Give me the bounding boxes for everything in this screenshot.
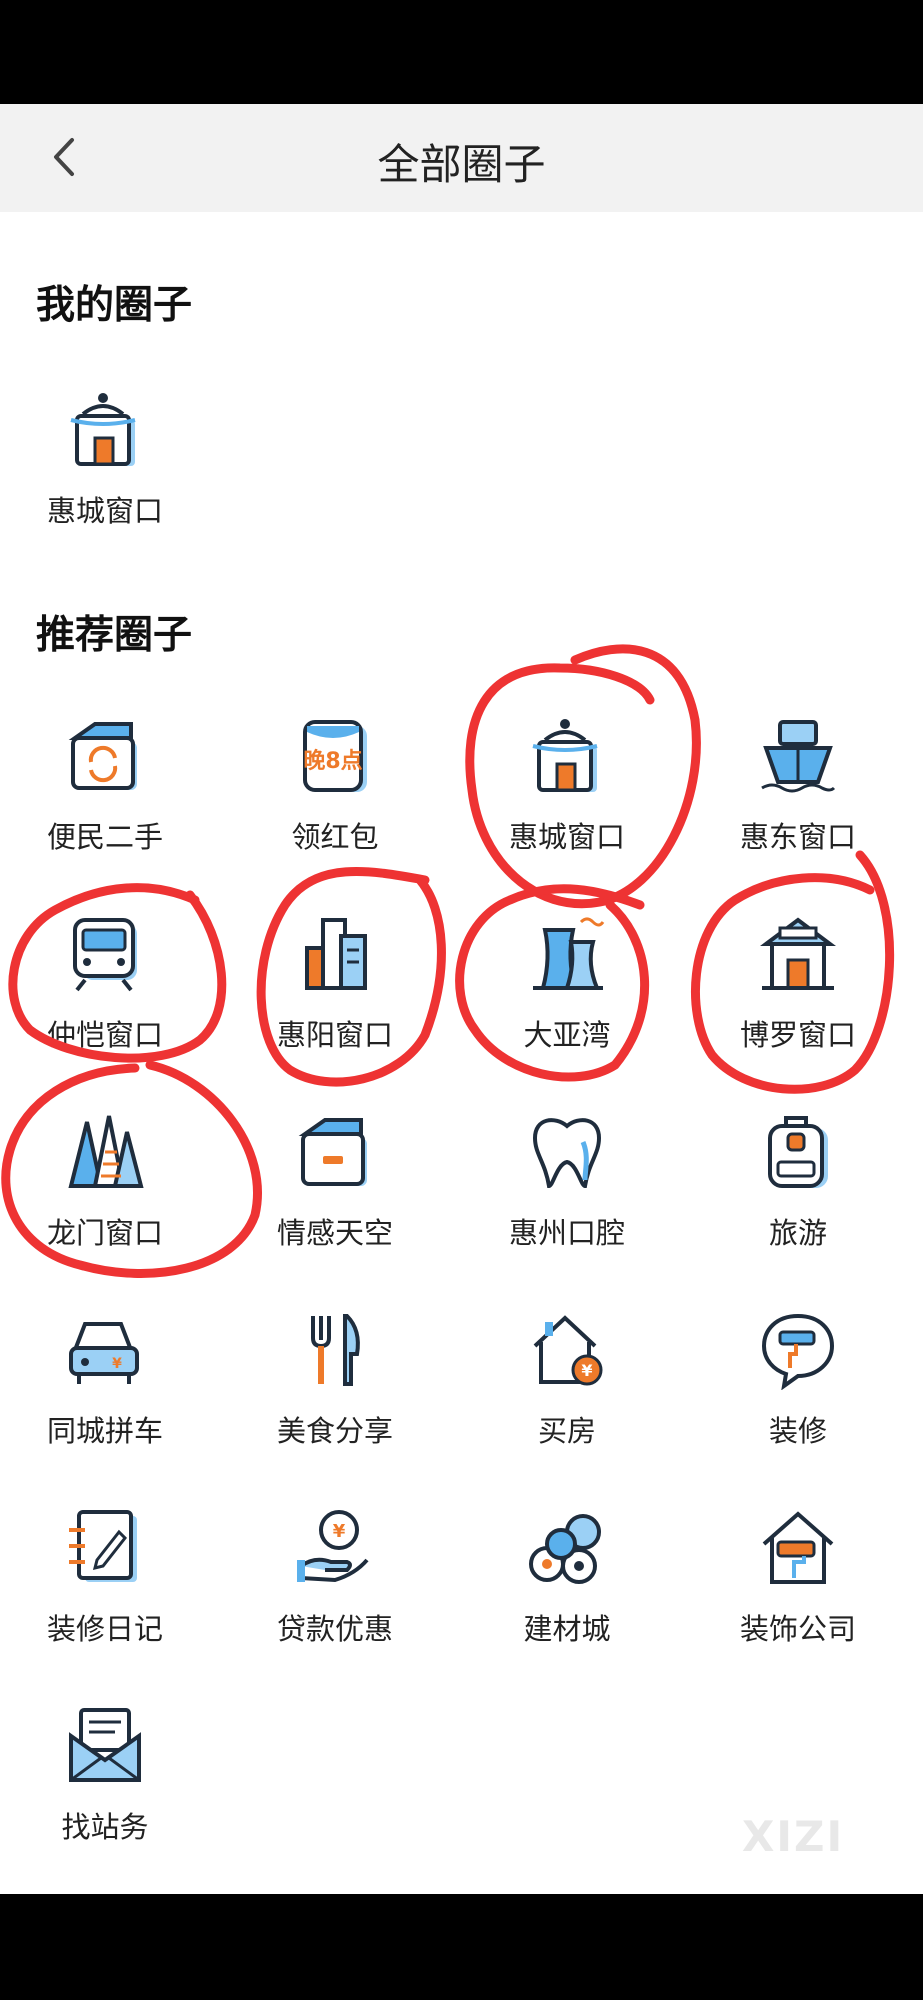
item-label: 仲恺窗口: [46, 1018, 163, 1052]
rec-item-15[interactable]: 装修: [683, 1310, 913, 1480]
rec-item-12[interactable]: ¥ 同城拼车: [0, 1310, 220, 1480]
item-label: 装修: [768, 1414, 827, 1448]
rec-item-6[interactable]: 大亚湾: [452, 914, 682, 1084]
item-label: 惠城窗口: [508, 820, 625, 854]
rec-item-3[interactable]: 惠东窗口: [683, 716, 913, 886]
svg-text:¥: ¥: [333, 1521, 346, 1542]
rec-item-11[interactable]: 旅游: [683, 1112, 913, 1282]
rec-item-13[interactable]: 美食分享: [220, 1310, 450, 1480]
item-label: 买房: [537, 1414, 596, 1448]
item-label: 惠州口腔: [508, 1216, 625, 1250]
buildings-icon: [305, 918, 367, 990]
tooth-icon: [532, 1118, 602, 1189]
rec-item-0[interactable]: 便民二手: [0, 716, 220, 886]
rec-item-2[interactable]: 惠城窗口: [452, 716, 682, 886]
rec-item-7[interactable]: 博罗窗口: [683, 914, 913, 1084]
loan-coin-icon: ¥: [297, 1510, 369, 1583]
top-bar: 全部圈子: [0, 104, 923, 212]
item-label: 找站务: [61, 1810, 149, 1844]
car-icon: ¥: [69, 1322, 139, 1384]
item-label: 旅游: [768, 1216, 827, 1250]
fork-knife-icon: [311, 1314, 360, 1386]
rec-item-16[interactable]: 装修日记: [0, 1508, 220, 1678]
item-label: 龙门窗口: [46, 1216, 163, 1250]
item-label: 便民二手: [46, 820, 163, 854]
backpack-icon: [768, 1116, 828, 1188]
rec-item-20[interactable]: 找站务: [0, 1706, 220, 1876]
watermark: XIZI: [742, 1812, 845, 1861]
page-title: 全部圈子: [377, 140, 546, 189]
item-label: 同城拼车: [46, 1414, 163, 1448]
item-label: 博罗窗口: [739, 1018, 856, 1052]
item-label: 贷款优惠: [276, 1612, 393, 1646]
item-label: 领红包: [291, 820, 379, 854]
rec-item-8[interactable]: 龙门窗口: [0, 1112, 220, 1282]
notebook-pen-icon: [69, 1510, 137, 1582]
temple-icon: [760, 917, 836, 990]
house-icon: ¥: [533, 1315, 603, 1386]
item-label: 惠东窗口: [739, 820, 856, 854]
mail-icon: [69, 1708, 141, 1782]
svg-text:¥: ¥: [112, 1356, 122, 1372]
rec-item-4[interactable]: 仲恺窗口: [0, 914, 220, 1084]
red-packet-icon: 晚8点: [303, 720, 367, 792]
item-label: 建材城: [523, 1612, 611, 1646]
item-label: 装饰公司: [739, 1612, 856, 1646]
pot-window-icon: [70, 393, 136, 466]
rec-item-9[interactable]: 情感天空: [220, 1112, 450, 1282]
rec-item-14[interactable]: ¥ 买房: [452, 1310, 682, 1480]
my-circles-title: 我的圈子: [36, 283, 193, 328]
train-icon: [73, 918, 137, 992]
item-label: 大亚湾: [523, 1018, 611, 1052]
item-label: 惠阳窗口: [276, 1018, 393, 1052]
rec-item-19[interactable]: 装饰公司: [683, 1508, 913, 1678]
paint-roller-chat-icon: [761, 1313, 835, 1390]
pot-window-icon: [532, 719, 598, 792]
rec-item-1[interactable]: 晚8点 领红包: [220, 716, 450, 886]
screen: 全部圈子 我的圈子 惠城窗口 推荐圈子 便民二手 晚8点 领红包 惠城窗口 惠东…: [0, 104, 923, 1894]
recommended-circles-title: 推荐圈子: [36, 613, 193, 658]
red-packet-text: 晚8点: [303, 748, 362, 774]
item-label: 惠城窗口: [46, 494, 163, 528]
house-roller-icon: [762, 1511, 834, 1584]
my-circle-item-0[interactable]: 惠城窗口: [0, 390, 220, 560]
ship-icon: [761, 720, 836, 793]
pipes-icon: [529, 1514, 601, 1584]
power-plant-icon: [533, 917, 605, 990]
item-label: 美食分享: [276, 1414, 393, 1448]
recycle-box-icon: [68, 722, 137, 790]
rec-item-17[interactable]: ¥ 贷款优惠: [220, 1508, 450, 1678]
rec-item-18[interactable]: 建材城: [452, 1508, 682, 1678]
mountain-icon: [68, 1115, 144, 1188]
rec-item-5[interactable]: 惠阳窗口: [220, 914, 450, 1084]
box-icon: [298, 1118, 367, 1186]
item-label: 情感天空: [276, 1216, 393, 1250]
rec-item-10[interactable]: 惠州口腔: [452, 1112, 682, 1282]
item-label: 装修日记: [46, 1612, 163, 1646]
svg-text:¥: ¥: [581, 1361, 592, 1380]
